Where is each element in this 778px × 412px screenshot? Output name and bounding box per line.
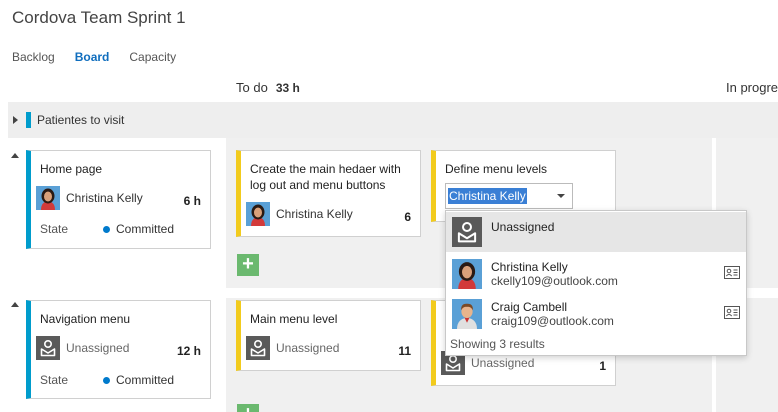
dropdown-item-person[interactable]: Christina Kelly ckelly109@outlook.com	[446, 254, 746, 294]
state-text: Committed	[116, 373, 175, 387]
task-card[interactable]: Create the main hedaer with log out and …	[236, 150, 421, 237]
item-name: Unassigned	[491, 220, 555, 234]
state-dot-icon	[103, 376, 110, 384]
add-task-button[interactable]: +	[237, 404, 259, 412]
tab-backlog[interactable]: Backlog	[12, 50, 55, 64]
card-hours: 6	[404, 210, 411, 224]
dropdown-item-person[interactable]: Craig Cambell craig109@outlook.com	[446, 294, 746, 334]
tab-bar: Backlog Board Capacity	[12, 50, 176, 64]
column-label: To do	[236, 80, 268, 95]
item-email: craig109@outlook.com	[491, 314, 614, 328]
avatar-icon	[36, 186, 60, 210]
avatar-icon	[452, 299, 482, 329]
assignee-name: Unassigned	[276, 341, 340, 355]
column-header-todo: To do 33 h	[236, 80, 300, 95]
chevron-down-icon[interactable]	[557, 194, 565, 198]
assignee-dropdown: Unassigned Christina Kelly ckelly109@out…	[445, 210, 747, 356]
unassigned-person-icon	[36, 336, 60, 360]
card-assignee[interactable]: Christina Kelly	[36, 186, 143, 210]
card-title: Navigation menu	[40, 312, 131, 326]
contact-card-icon[interactable]	[724, 266, 740, 279]
unassigned-person-icon	[246, 336, 270, 360]
unassigned-person-icon	[452, 217, 482, 247]
card-title: Create the main hedaer with log out and …	[250, 162, 401, 192]
page-title: Cordova Team Sprint 1	[12, 8, 186, 27]
tab-capacity[interactable]: Capacity	[129, 50, 176, 64]
tab-board[interactable]: Board	[75, 50, 110, 64]
state-value[interactable]: Committed	[103, 373, 174, 387]
swimlane-label: Patientes to visit	[37, 113, 125, 127]
add-task-button[interactable]: +	[237, 254, 259, 276]
item-email: ckelly109@outlook.com	[491, 274, 618, 288]
item-name: Christina Kelly	[491, 260, 568, 274]
dropdown-item-unassigned[interactable]: Unassigned	[446, 212, 746, 252]
state-label: State	[40, 373, 69, 387]
card-hours: 6 h	[183, 194, 201, 208]
contact-card-icon[interactable]	[724, 306, 740, 319]
card-title: Main menu level	[250, 312, 338, 326]
card-hours: 12 h	[176, 344, 201, 358]
column-hours: 33 h	[275, 81, 300, 95]
collapse-icon[interactable]	[11, 153, 19, 158]
story-card[interactable]: Navigation menu Unassigned 12 h State Co…	[26, 300, 211, 399]
collapse-icon[interactable]	[11, 302, 19, 307]
assignee-name: Unassigned	[471, 356, 535, 370]
card-assignee[interactable]: Christina Kelly	[246, 202, 353, 226]
item-name: Craig Cambell	[491, 300, 568, 314]
assignee-name: Christina Kelly	[276, 207, 353, 221]
card-title: Define menu levels	[445, 162, 548, 176]
card-assignee[interactable]: Unassigned	[246, 336, 339, 360]
state-text: Committed	[116, 222, 175, 236]
results-count: Showing 3 results	[450, 337, 545, 351]
card-title: Home page	[40, 162, 103, 176]
assignee-name: Unassigned	[66, 341, 130, 355]
swimlane-header[interactable]: Patientes to visit	[8, 102, 778, 138]
avatar-icon	[246, 202, 270, 226]
task-card[interactable]: Main menu level Unassigned 11	[236, 300, 421, 371]
assigned-to-input[interactable]: Christina Kelly	[445, 183, 573, 209]
story-card[interactable]: Home page Christina Kelly 6 h State Comm…	[26, 150, 211, 249]
swimlane-color-bar	[26, 112, 31, 128]
column-header-in-progress: In progre	[726, 80, 778, 95]
expand-icon[interactable]	[13, 116, 18, 124]
card-hours: 1	[599, 359, 606, 373]
state-dot-icon	[103, 225, 110, 233]
avatar-icon	[452, 259, 482, 289]
assignee-name: Christina Kelly	[66, 191, 143, 205]
assigned-to-value[interactable]: Christina Kelly	[448, 188, 527, 204]
state-value[interactable]: Committed	[103, 222, 174, 236]
state-label: State	[40, 222, 69, 236]
card-hours: 11	[398, 344, 411, 358]
card-assignee[interactable]: Unassigned	[36, 336, 129, 360]
